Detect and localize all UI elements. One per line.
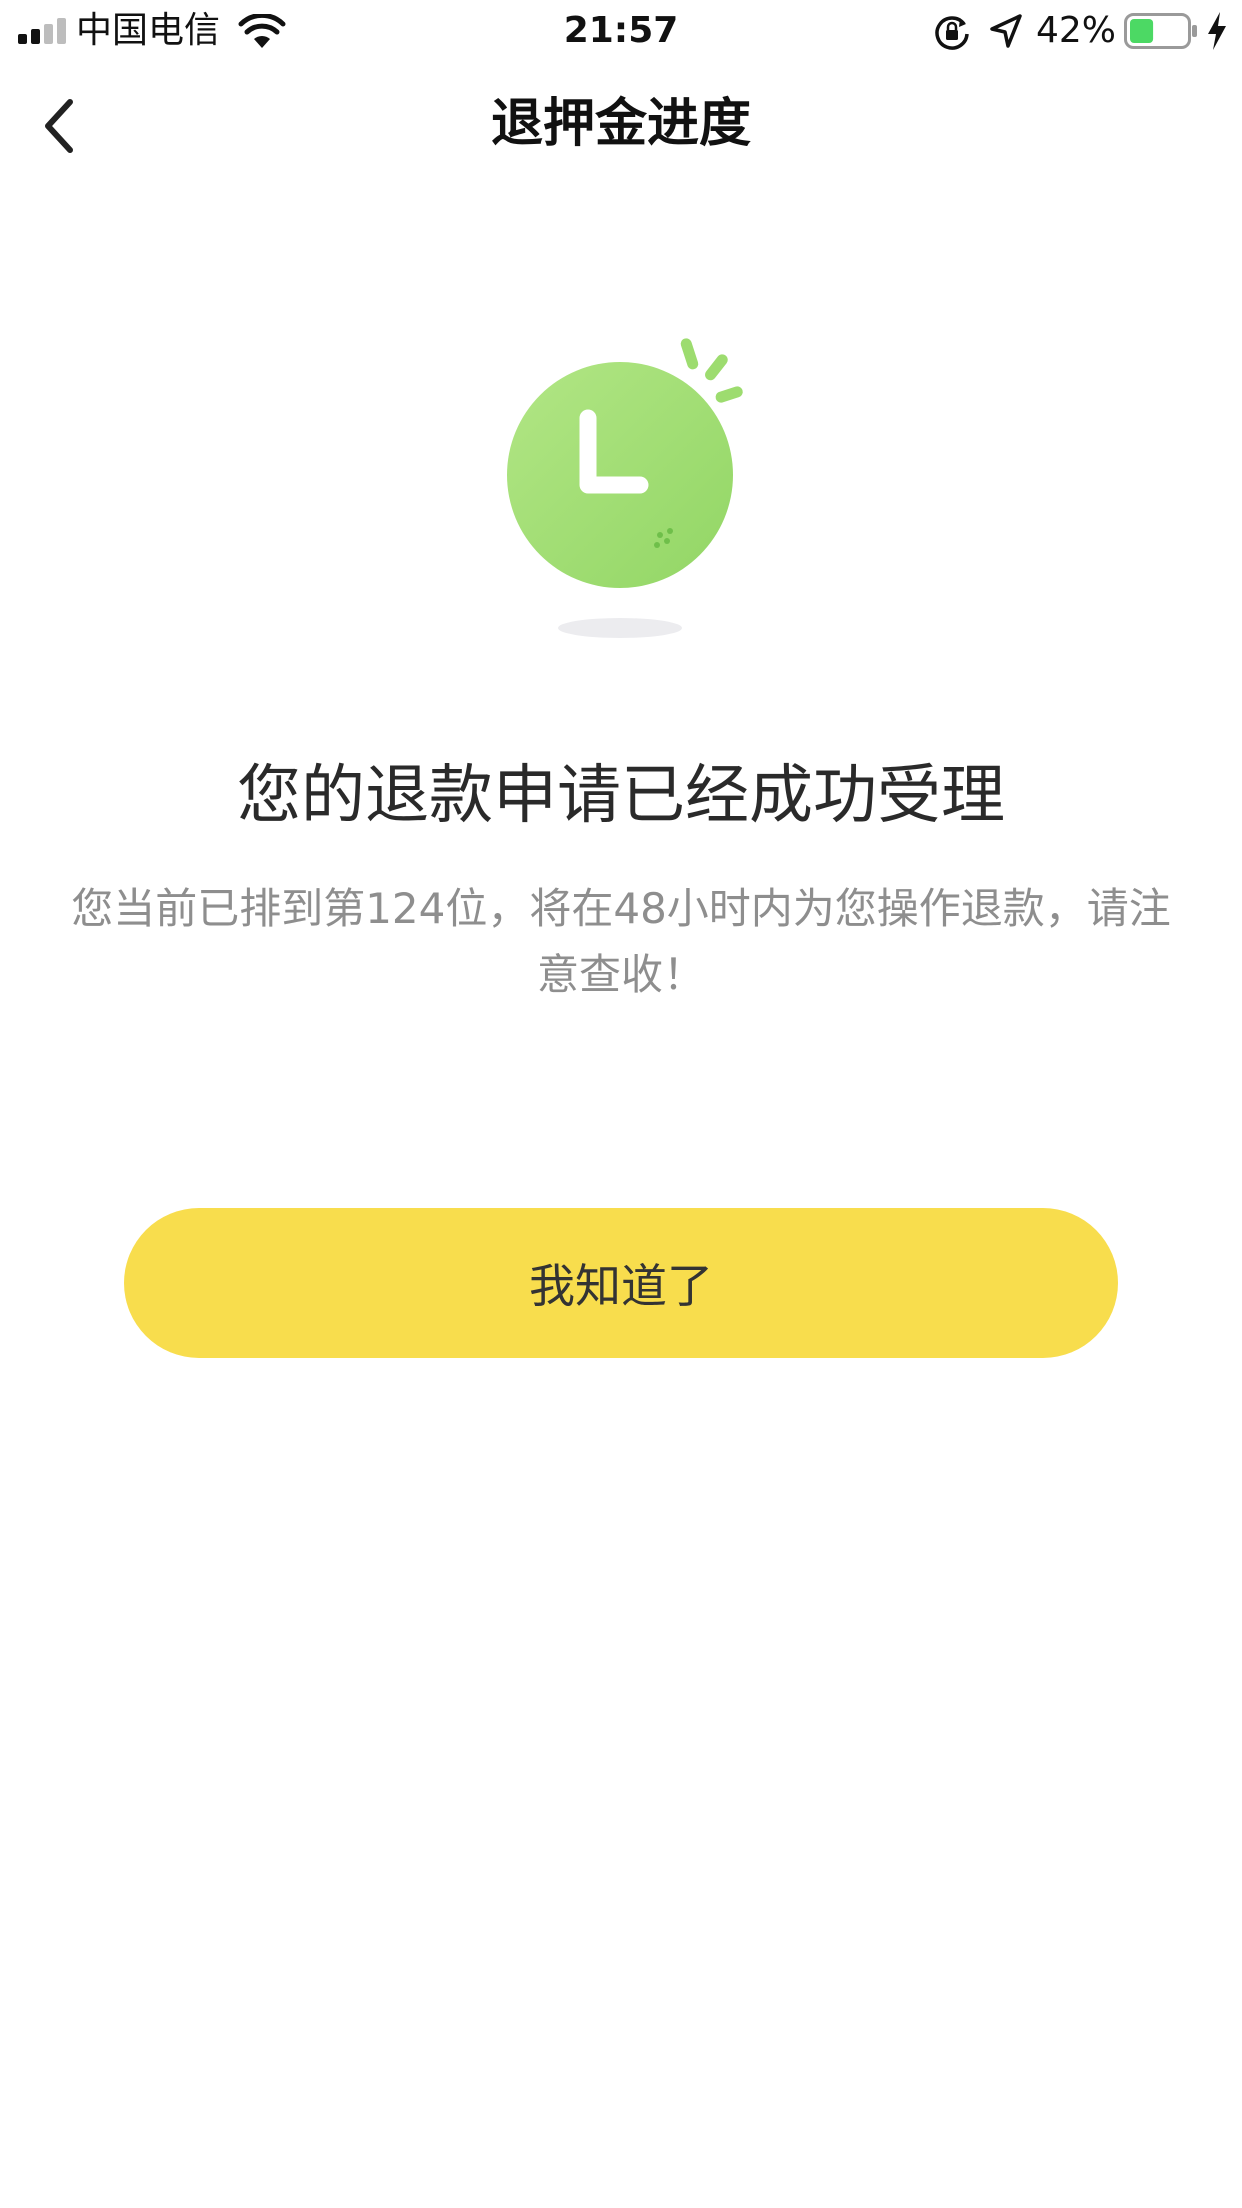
clock-icon [507, 338, 743, 638]
battery-icon [1124, 13, 1197, 49]
result-description: 您当前已排到第124位，将在48小时内为您操作退款，请注意查收！ [71, 884, 1171, 999]
result-headline: 您的退款申请已经成功受理 [237, 759, 1005, 833]
rotation-lock-icon [935, 16, 969, 50]
acknowledge-button[interactable]: 我知道了 [124, 1208, 1118, 1358]
page-title: 退押金进度 [490, 94, 751, 154]
nav-bar: 退押金进度 [0, 62, 1242, 190]
location-arrow-icon [990, 14, 1022, 48]
status-bar: 中国电信 21:57 42% [0, 0, 1242, 62]
charging-bolt-icon [1208, 12, 1226, 50]
battery-percent: 42% [1036, 10, 1117, 51]
